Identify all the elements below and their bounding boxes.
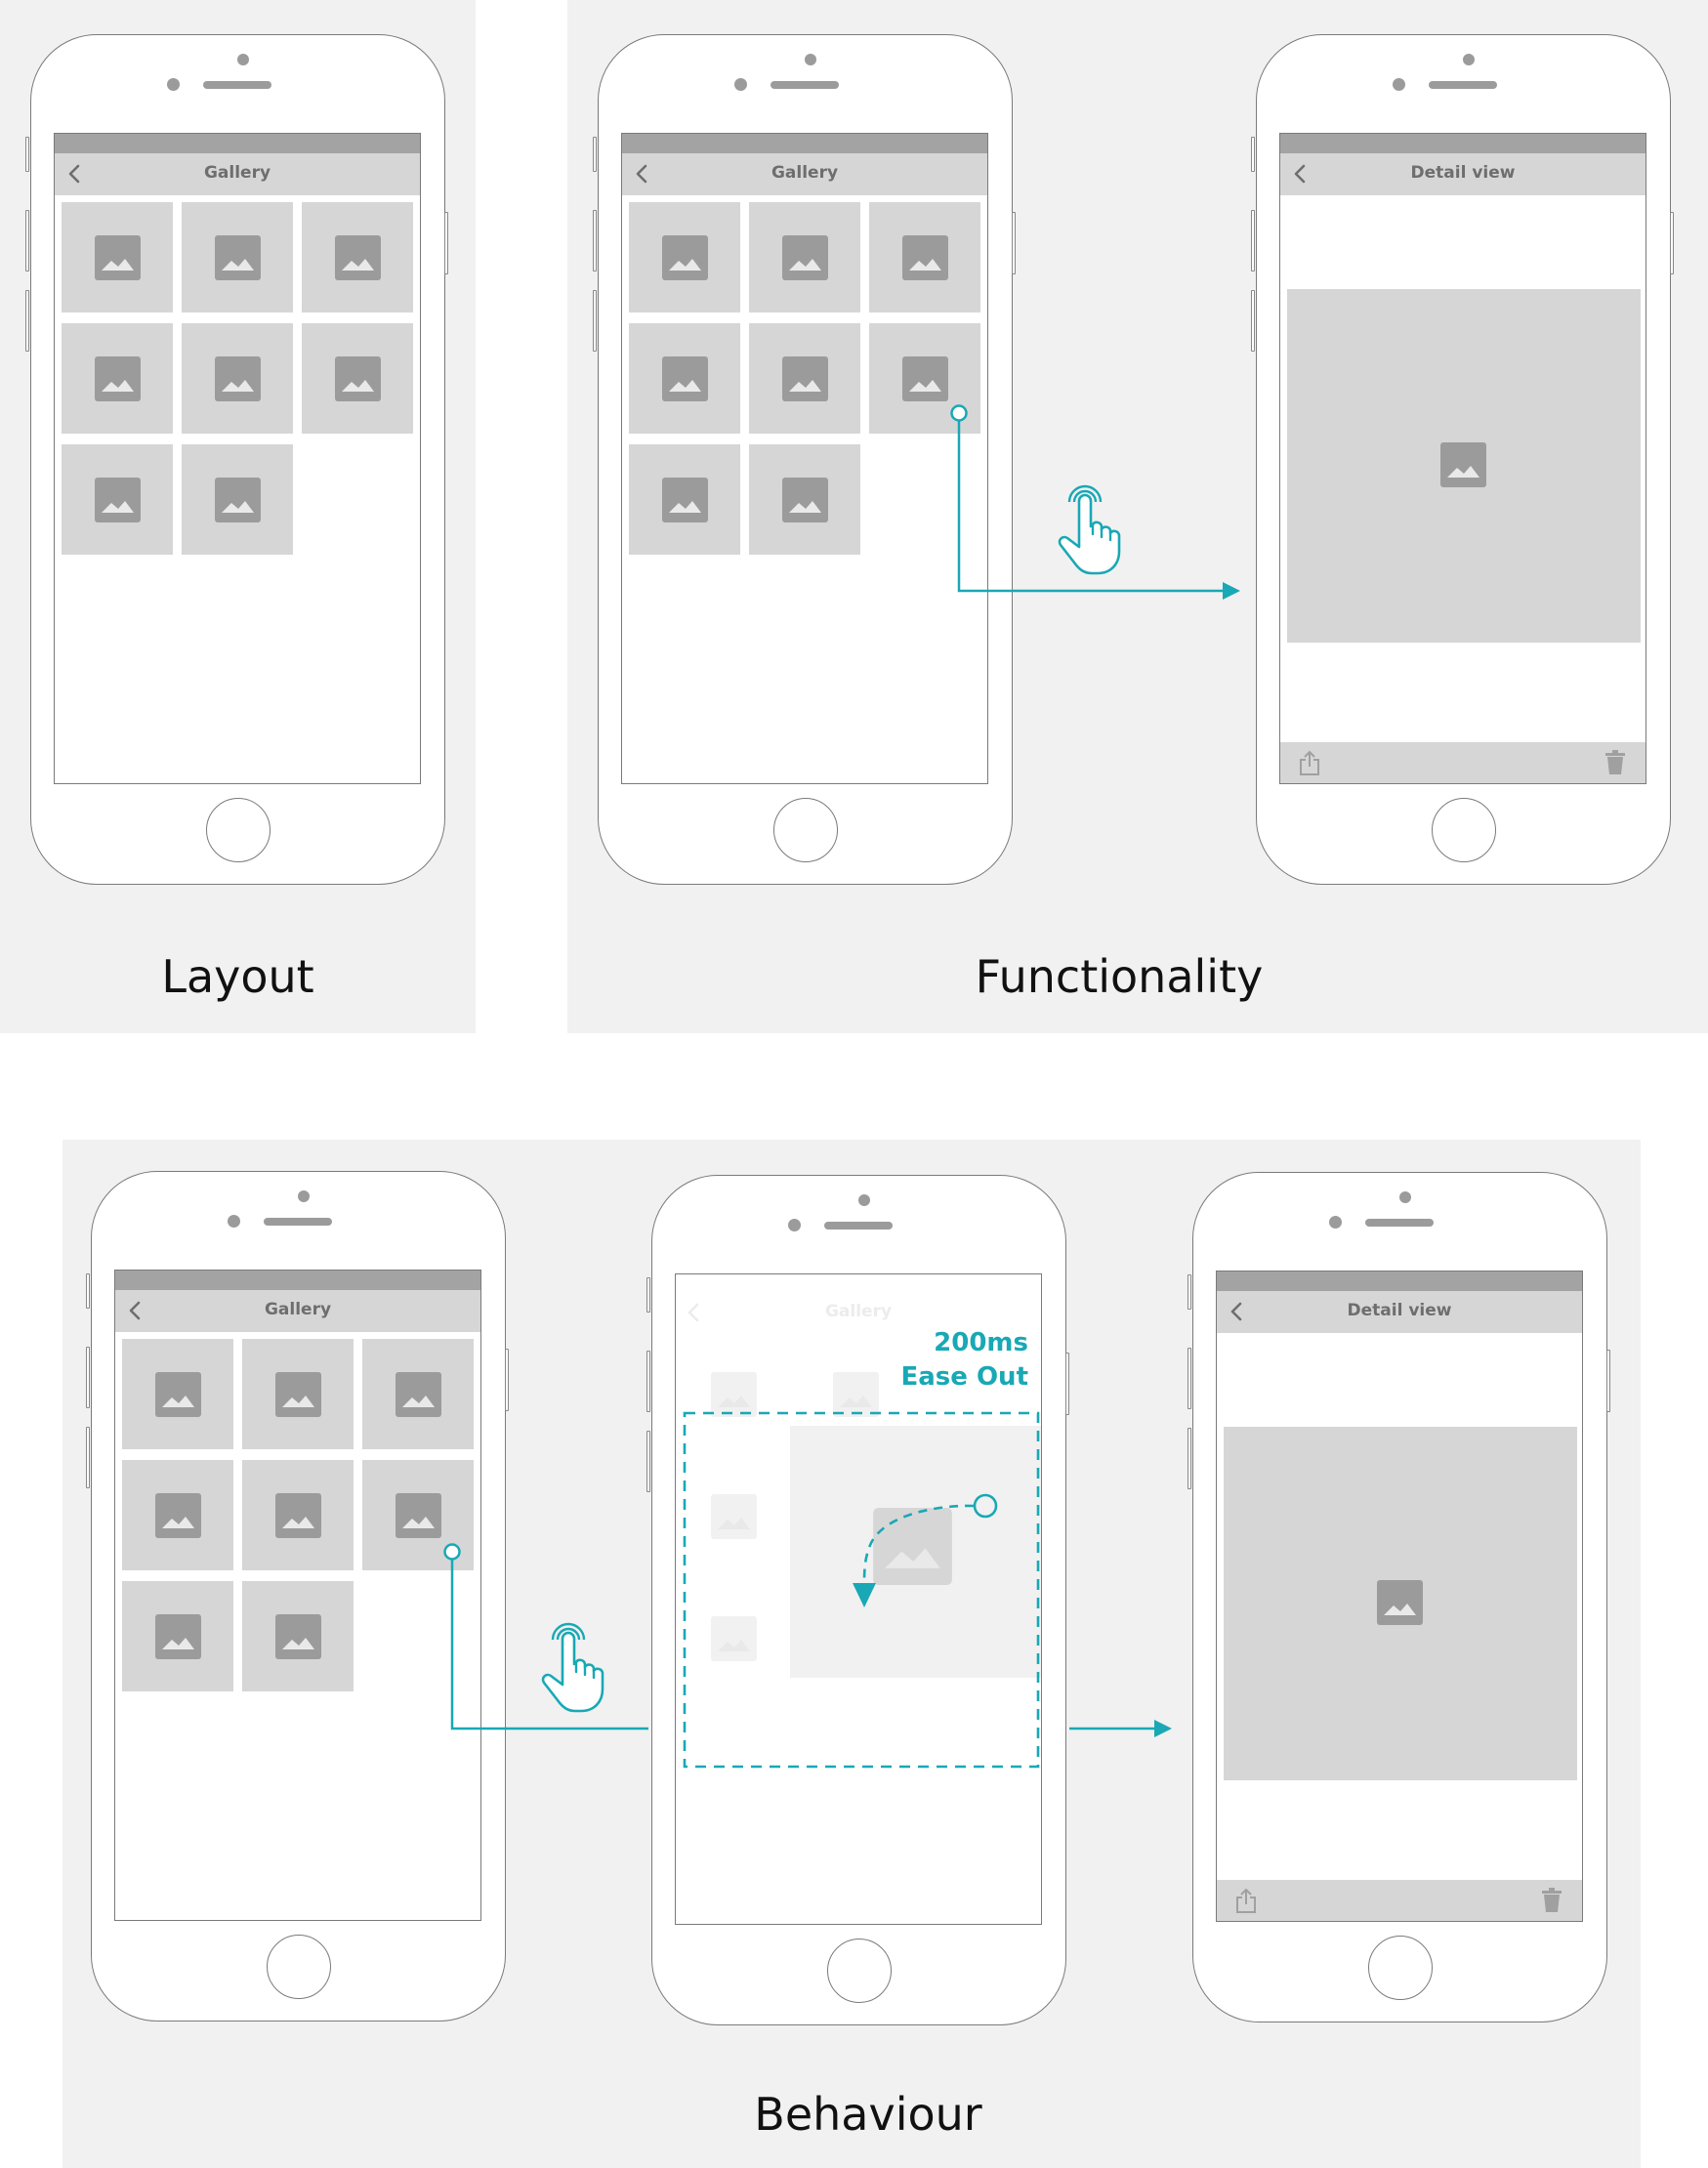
- behaviour-connector-2: [1069, 1720, 1172, 1737]
- behaviour-connector-1: [443, 1543, 648, 1730]
- tap-gesture-icon: [541, 1622, 604, 1713]
- tap-gesture-icon: [1058, 484, 1121, 575]
- flow-connectors: [443, 404, 1240, 1737]
